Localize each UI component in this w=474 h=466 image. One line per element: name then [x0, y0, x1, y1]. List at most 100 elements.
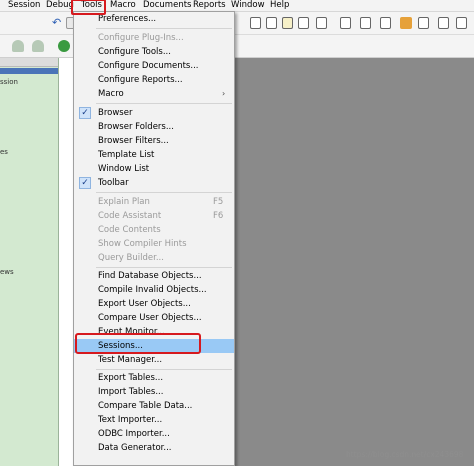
menu-item-code-contents: Code Contents — [74, 223, 234, 237]
tools-highlight-box — [71, 0, 106, 15]
menu-item-label: Browser Filters... — [98, 136, 169, 146]
menu-window[interactable]: Window — [231, 0, 265, 11]
document-icon[interactable] — [360, 17, 371, 29]
document-icon[interactable] — [316, 17, 327, 29]
checkmark-icon: ✓ — [79, 177, 91, 189]
menu-item-label: Show Compiler Hints — [98, 239, 187, 249]
toolbar-top: ↶ — [0, 12, 474, 35]
menu-item-label: Test Manager... — [98, 355, 163, 365]
document-icon[interactable] — [266, 17, 277, 29]
menu-item-export-tables[interactable]: Export Tables... — [74, 371, 234, 385]
document-icon[interactable] — [456, 17, 467, 29]
menu-item-label: Window List — [98, 164, 150, 174]
menu-item-configure-documents[interactable]: Configure Documents... — [74, 59, 234, 73]
document-icon[interactable] — [418, 17, 429, 29]
menu-item-data-generator[interactable]: Data Generator... — [74, 441, 234, 455]
menu-item-configure-tools[interactable]: Configure Tools... — [74, 45, 234, 59]
connect-icon[interactable] — [12, 40, 24, 52]
menu-item-odbc-importer[interactable]: ODBC Importer... — [74, 427, 234, 441]
menu-item-shortcut: F6 — [213, 211, 224, 221]
menu-item-show-compiler-hints: Show Compiler Hints — [74, 237, 234, 251]
menu-item-configure-plugins: Configure Plug-Ins... — [74, 31, 234, 45]
menu-item-label: Configure Tools... — [98, 47, 171, 57]
menu-item-browser[interactable]: ✓ Browser — [74, 106, 234, 120]
folder-icon[interactable] — [400, 17, 412, 29]
menu-item-macro[interactable]: Macro › — [74, 87, 234, 101]
panel-label-fragment: ssion — [0, 78, 18, 86]
menu-item-text-importer[interactable]: Text Importer... — [74, 413, 234, 427]
sessions-highlight-box — [75, 333, 201, 354]
document-icon[interactable] — [438, 17, 449, 29]
menu-item-label: Macro — [98, 89, 124, 99]
menu-item-shortcut: F5 — [213, 197, 224, 207]
menu-item-label: Compare User Objects... — [98, 313, 202, 323]
menu-item-label: Configure Plug-Ins... — [98, 33, 184, 43]
menu-item-query-builder: Query Builder... — [74, 251, 234, 265]
menu-separator — [96, 28, 232, 29]
watermark: https://blog.csdn.net/cx243698 — [346, 450, 464, 459]
panel-label-fragment: ews — [0, 268, 14, 276]
menu-debug[interactable]: Debug — [46, 0, 74, 11]
menu-separator — [96, 103, 232, 104]
menu-item-browser-folders[interactable]: Browser Folders... — [74, 120, 234, 134]
menu-documents[interactable]: Documents — [143, 0, 191, 11]
menu-separator — [96, 369, 232, 370]
menu-item-compare-table-data[interactable]: Compare Table Data... — [74, 399, 234, 413]
menu-separator — [96, 192, 232, 193]
menu-macro[interactable]: Macro — [110, 0, 136, 11]
document-icon[interactable] — [380, 17, 391, 29]
menu-item-label: Template List — [98, 150, 155, 160]
menu-item-browser-filters[interactable]: Browser Filters... — [74, 134, 234, 148]
menu-item-label: Find Database Objects... — [98, 271, 202, 281]
database-icon[interactable] — [58, 40, 70, 52]
menu-item-compile-invalid-objects[interactable]: Compile Invalid Objects... — [74, 283, 234, 297]
document-icon[interactable] — [250, 17, 261, 29]
disconnect-icon[interactable] — [32, 40, 44, 52]
menu-item-label: Browser Folders... — [98, 122, 174, 132]
document-icon[interactable] — [298, 17, 309, 29]
menu-item-label: Configure Documents... — [98, 61, 199, 71]
document-icon[interactable] — [340, 17, 351, 29]
menu-item-code-assistant: Code Assistant F6 — [74, 209, 234, 223]
menu-item-export-user-objects[interactable]: Export User Objects... — [74, 297, 234, 311]
menu-item-window-list[interactable]: Window List — [74, 162, 234, 176]
menu-item-compare-user-objects[interactable]: Compare User Objects... — [74, 311, 234, 325]
menu-item-import-tables[interactable]: Import Tables... — [74, 385, 234, 399]
menu-item-label: Export User Objects... — [98, 299, 191, 309]
menu-separator — [96, 267, 232, 268]
menu-item-find-database-objects[interactable]: Find Database Objects... — [74, 269, 234, 283]
menu-item-test-manager[interactable]: Test Manager... — [74, 353, 234, 367]
menu-item-label: Explain Plan — [98, 197, 150, 207]
menu-item-label: Compile Invalid Objects... — [98, 285, 207, 295]
menu-item-toolbar[interactable]: ✓ Toolbar — [74, 176, 234, 190]
panel-header — [0, 58, 58, 67]
menu-item-label: Compare Table Data... — [98, 401, 193, 411]
panel-label-fragment: es — [0, 148, 8, 156]
mdi-area — [232, 58, 474, 466]
menu-item-label: Text Importer... — [98, 415, 163, 425]
menu-item-label: Configure Reports... — [98, 75, 183, 85]
menu-reports[interactable]: Reports — [193, 0, 226, 11]
menu-item-explain-plan: Explain Plan F5 — [74, 195, 234, 209]
note-icon[interactable] — [282, 17, 293, 29]
checkmark-icon: ✓ — [79, 107, 91, 119]
menu-item-template-list[interactable]: Template List — [74, 148, 234, 162]
toolbar-second — [0, 35, 474, 58]
menu-item-label: Code Assistant — [98, 211, 162, 221]
object-browser-panel: ssion es ews — [0, 58, 59, 466]
menu-item-label: Data Generator... — [98, 443, 172, 453]
submenu-arrow-icon: › — [222, 89, 226, 98]
menu-item-label: ODBC Importer... — [98, 429, 170, 439]
menu-item-label: Code Contents — [98, 225, 161, 235]
menu-item-label: Export Tables... — [98, 373, 164, 383]
menu-help[interactable]: Help — [270, 0, 289, 11]
menu-session[interactable]: Session — [8, 0, 40, 11]
menu-item-label: Preferences... — [98, 14, 157, 24]
menu-item-label: Query Builder... — [98, 253, 164, 263]
undo-icon[interactable]: ↶ — [52, 17, 64, 29]
menu-item-label: Browser — [98, 108, 133, 118]
tools-menu: Preferences... Configure Plug-Ins... Con… — [73, 11, 235, 466]
menu-item-label: Import Tables... — [98, 387, 164, 397]
menu-item-label: Toolbar — [98, 178, 129, 188]
menu-item-configure-reports[interactable]: Configure Reports... — [74, 73, 234, 87]
